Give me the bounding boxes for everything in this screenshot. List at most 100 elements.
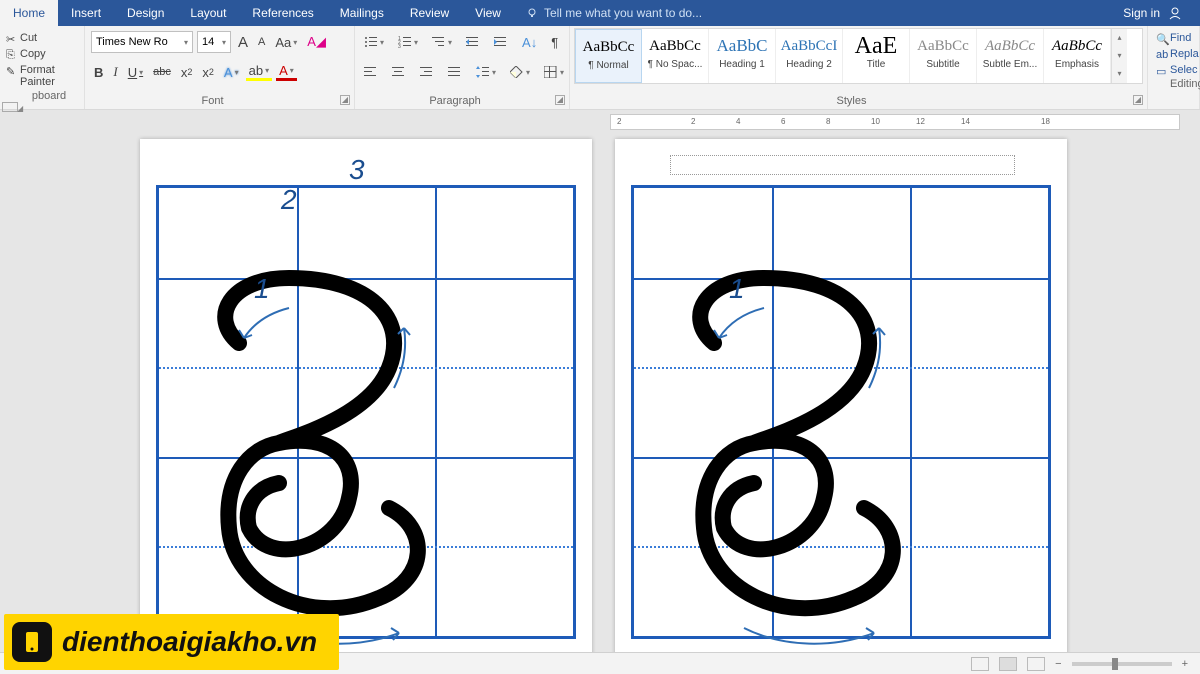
tab-review[interactable]: Review xyxy=(397,0,462,26)
style-normal[interactable]: AaBbCc¶ Normal xyxy=(575,29,642,83)
group-label-editing: Editing xyxy=(1154,76,1193,92)
page-2: 1 xyxy=(615,139,1067,674)
user-icon xyxy=(1168,6,1182,20)
tab-view[interactable]: View xyxy=(462,0,514,26)
sign-in-link[interactable]: Sign in xyxy=(1105,0,1200,26)
tab-home[interactable]: Home xyxy=(0,0,58,26)
grow-font-button[interactable]: A xyxy=(235,34,251,51)
font-size-combo[interactable]: 14▾ xyxy=(197,31,231,53)
font-dialog-launcher[interactable]: ◢ xyxy=(340,95,350,105)
superscript-button[interactable]: x2 xyxy=(199,65,217,80)
tab-design[interactable]: Design xyxy=(114,0,177,26)
style-heading-1[interactable]: AaBbCHeading 1 xyxy=(709,29,776,83)
align-left-button[interactable] xyxy=(361,66,381,78)
web-layout-button[interactable] xyxy=(1027,657,1045,671)
align-center-button[interactable] xyxy=(389,66,409,78)
numbering-button[interactable]: 123 xyxy=(395,36,421,48)
justify-button[interactable] xyxy=(445,66,465,78)
zoom-slider[interactable] xyxy=(1072,662,1172,666)
underline-button[interactable]: U xyxy=(125,65,146,80)
cursive-letter-e xyxy=(664,248,1004,668)
replace-button[interactable]: abRepla xyxy=(1154,46,1193,62)
replace-icon: ab xyxy=(1156,49,1166,59)
decrease-indent-button[interactable] xyxy=(463,36,483,48)
watermark-logo: dienthoaigiakho.vn xyxy=(4,614,339,670)
style-heading-2[interactable]: AaBbCcIHeading 2 xyxy=(776,29,843,83)
borders-button[interactable] xyxy=(541,66,567,78)
text-insertion-area[interactable] xyxy=(670,155,1015,175)
style-no-spacing[interactable]: AaBbCc¶ No Spac... xyxy=(642,29,709,83)
paintbrush-icon: ✎ xyxy=(6,65,16,75)
document-area[interactable]: 1 2 3 1 xyxy=(0,114,1200,674)
scissors-icon: ✂ xyxy=(6,33,16,43)
zoom-in-button[interactable]: + xyxy=(1182,658,1188,670)
align-right-button[interactable] xyxy=(417,66,437,78)
print-layout-button[interactable] xyxy=(999,657,1017,671)
subscript-button[interactable]: x2 xyxy=(178,65,196,80)
stroke-number-1-right: 1 xyxy=(729,273,745,305)
stroke-number-1: 1 xyxy=(254,273,270,305)
clipboard-dialog-launcher[interactable]: ◢ xyxy=(2,102,18,112)
copy-icon: ⎘ xyxy=(6,49,16,59)
tab-mailings[interactable]: Mailings xyxy=(327,0,397,26)
paragraph-dialog-launcher[interactable]: ◢ xyxy=(555,95,565,105)
group-paragraph: 123 A↓ ¶ Paragraph ◢ xyxy=(355,26,570,109)
styles-gallery: AaBbCc¶ Normal AaBbCc¶ No Spac... AaBbCH… xyxy=(574,28,1143,84)
stroke-number-2: 2 xyxy=(281,184,297,216)
page-1: 1 2 3 xyxy=(140,139,592,674)
style-subtitle[interactable]: AaBbCcSubtitle xyxy=(910,29,977,83)
tab-references[interactable]: References xyxy=(239,0,326,26)
strikethrough-button[interactable]: abc xyxy=(150,66,174,78)
cursive-letter-e-hat xyxy=(189,248,529,668)
shading-button[interactable] xyxy=(507,66,533,78)
italic-button[interactable]: I xyxy=(110,64,120,80)
font-color-button[interactable]: A xyxy=(276,63,297,81)
font-name-combo[interactable]: Times New Ro▾ xyxy=(91,31,193,53)
bullets-button[interactable] xyxy=(361,36,387,48)
handwriting-grid-right: 1 xyxy=(631,185,1051,639)
line-spacing-button[interactable] xyxy=(473,66,499,78)
menu-tabs: Home Insert Design Layout References Mai… xyxy=(0,0,1200,26)
group-clipboard: ✂Cut ⎘Copy ✎Format Painter pboard ◢ xyxy=(0,26,85,109)
change-case-button[interactable]: Aa xyxy=(272,35,300,50)
tell-me-text: Tell me what you want to do... xyxy=(544,6,702,20)
increase-indent-button[interactable] xyxy=(491,36,511,48)
find-icon: 🔍 xyxy=(1156,33,1166,43)
styles-dialog-launcher[interactable]: ◢ xyxy=(1133,95,1143,105)
stroke-number-3: 3 xyxy=(349,154,365,186)
group-editing: 🔍Find abRepla ▭Selec Editing xyxy=(1148,26,1200,109)
sign-in-label: Sign in xyxy=(1123,6,1160,20)
ribbon: ✂Cut ⎘Copy ✎Format Painter pboard ◢ Time… xyxy=(0,26,1200,110)
highlight-button[interactable]: ab xyxy=(246,63,272,81)
select-icon: ▭ xyxy=(1156,65,1166,75)
watermark-text: dienthoaigiakho.vn xyxy=(62,626,317,658)
lightbulb-icon xyxy=(526,7,538,19)
read-mode-button[interactable] xyxy=(971,657,989,671)
brand-icon xyxy=(12,622,52,662)
clear-formatting-button[interactable]: A◢ xyxy=(304,34,329,50)
find-button[interactable]: 🔍Find xyxy=(1154,30,1193,46)
sort-button[interactable]: A↓ xyxy=(519,35,540,50)
tab-layout[interactable]: Layout xyxy=(177,0,239,26)
shrink-font-button[interactable]: A xyxy=(255,36,268,48)
group-font: Times New Ro▾ 14▾ A A Aa A◢ B I U abc x2… xyxy=(85,26,355,109)
show-marks-button[interactable]: ¶ xyxy=(548,35,561,50)
bold-button[interactable]: B xyxy=(91,65,106,80)
style-subtle-emphasis[interactable]: AaBbCcSubtle Em... xyxy=(977,29,1044,83)
zoom-out-button[interactable]: − xyxy=(1055,658,1061,670)
group-label-font: Font xyxy=(85,95,340,107)
multilevel-list-button[interactable] xyxy=(429,36,455,48)
handwriting-grid-left: 1 2 3 xyxy=(156,185,576,639)
tab-insert[interactable]: Insert xyxy=(58,0,114,26)
format-painter-button[interactable]: ✎Format Painter xyxy=(6,62,78,90)
group-label-paragraph: Paragraph xyxy=(355,95,555,107)
svg-text:3: 3 xyxy=(398,44,401,48)
cut-button[interactable]: ✂Cut xyxy=(6,30,78,46)
text-effects-button[interactable]: A xyxy=(221,65,242,80)
style-emphasis[interactable]: AaBbCcEmphasis xyxy=(1044,29,1111,83)
copy-button[interactable]: ⎘Copy xyxy=(6,46,78,62)
style-title[interactable]: AaETitle xyxy=(843,29,910,83)
tell-me-search[interactable]: Tell me what you want to do... xyxy=(514,0,702,26)
styles-gallery-more[interactable]: ▴▾▾ xyxy=(1111,29,1127,83)
group-label-styles: Styles xyxy=(570,95,1133,107)
